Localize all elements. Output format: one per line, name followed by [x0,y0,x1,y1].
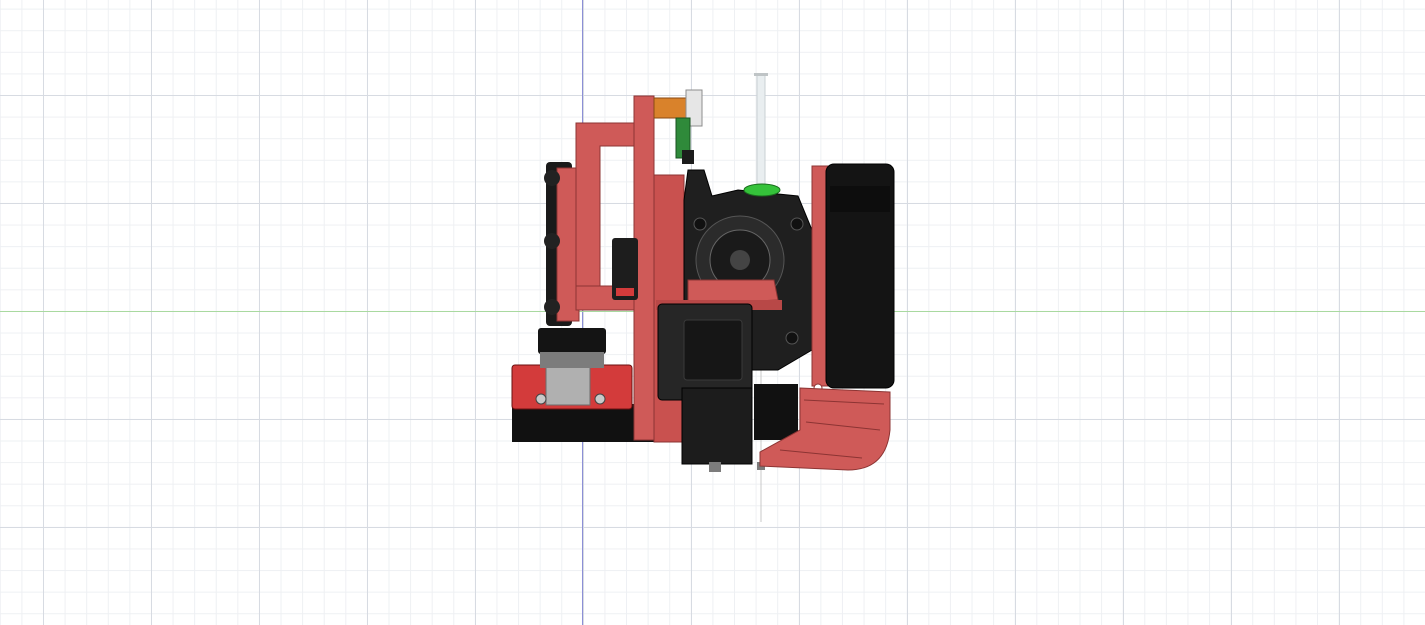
toolhead-3d-model[interactable] [0,0,1425,625]
part-cooling-fan [811,163,895,393]
design-viewport-grid[interactable] [0,0,1425,625]
endstop-pcb [653,89,703,164]
back-mount-plate [544,162,580,326]
